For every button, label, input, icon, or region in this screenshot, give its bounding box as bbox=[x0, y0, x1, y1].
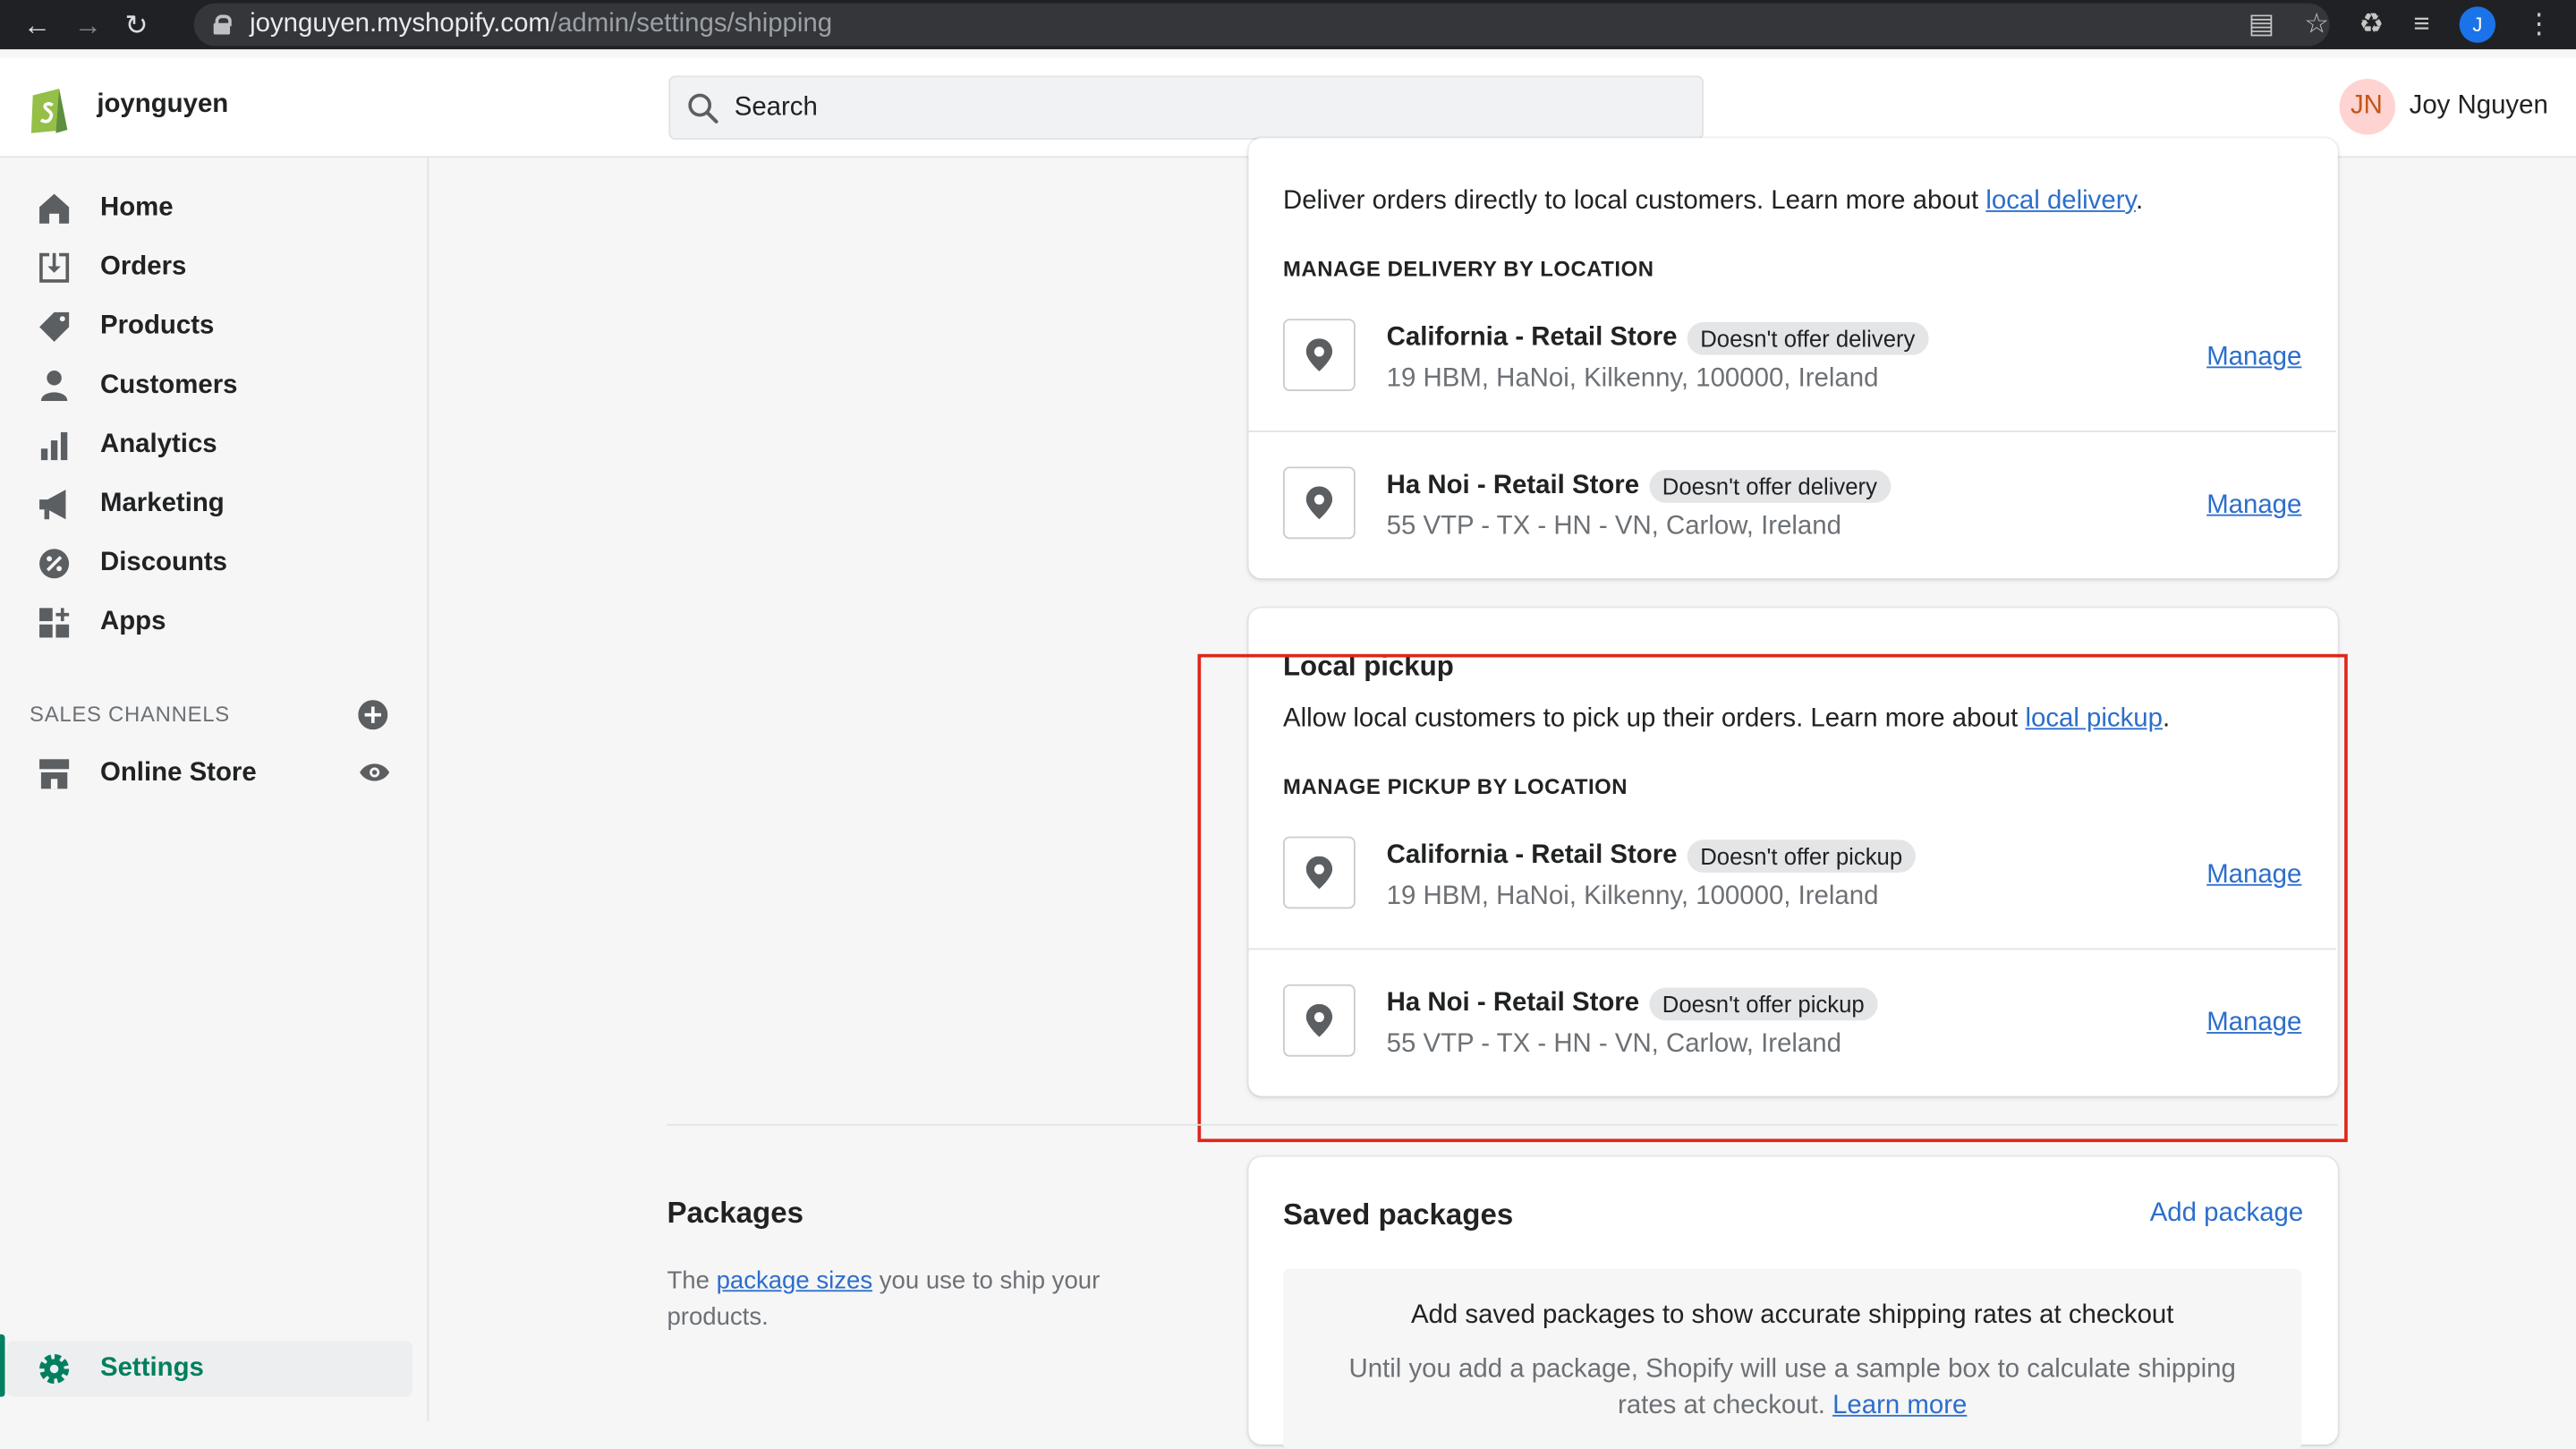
sidebar-item-home[interactable]: Home bbox=[36, 184, 174, 234]
sales-channels-heading: SALES CHANNELS bbox=[30, 702, 230, 727]
sidebar-item-label: Discounts bbox=[100, 549, 228, 577]
empty-state-title: Add saved packages to show accurate ship… bbox=[1410, 1301, 2174, 1330]
sidebar-item-label: Online Store bbox=[100, 759, 257, 788]
local-delivery-card: Deliver orders directly to local custome… bbox=[1248, 138, 2338, 580]
sidebar-item-marketing[interactable]: Marketing bbox=[36, 480, 225, 529]
apps-icon bbox=[36, 605, 72, 641]
active-indicator bbox=[0, 1334, 5, 1397]
saved-packages-title: Saved packages bbox=[1282, 1198, 1514, 1232]
section-divider bbox=[667, 1123, 2338, 1126]
packages-description: The package sizes you use to ship your p… bbox=[667, 1266, 1101, 1332]
store-icon bbox=[36, 756, 72, 792]
shopify-logo-icon[interactable] bbox=[26, 82, 72, 135]
kebab-menu-icon[interactable]: ⋮ bbox=[2525, 6, 2553, 42]
translate-icon[interactable]: ▤ bbox=[2249, 6, 2274, 42]
location-address: 19 HBM, HaNoi, Kilkenny, 100000, Ireland bbox=[1386, 364, 1879, 393]
lock-icon bbox=[213, 14, 232, 35]
sidebar-item-settings[interactable]: Settings bbox=[36, 1344, 204, 1394]
sidebar-item-apps[interactable]: Apps bbox=[36, 598, 166, 647]
back-icon[interactable]: ← bbox=[23, 11, 51, 38]
saved-packages-card: Saved packages Add package Add saved pac… bbox=[1248, 1156, 2338, 1449]
highlight-box bbox=[1197, 653, 2348, 1143]
avatar: JN bbox=[2338, 79, 2395, 135]
megaphone-icon bbox=[36, 486, 72, 522]
add-package-button[interactable]: Add package bbox=[2150, 1199, 2304, 1229]
empty-state-body: Until you add a package, Shopify will us… bbox=[1348, 1355, 2236, 1420]
list-item: Ha Noi - Retail Store Doesn't offer deliv… bbox=[1248, 430, 2336, 580]
sidebar-item-orders[interactable]: Orders bbox=[36, 243, 186, 293]
status-badge: Doesn't offer delivery bbox=[1649, 470, 1891, 503]
location-address: 55 VTP - TX - HN - VN, Carlow, Ireland bbox=[1386, 512, 1841, 541]
sidebar-item-discounts[interactable]: Discounts bbox=[36, 539, 227, 588]
tag-icon bbox=[36, 309, 72, 345]
location-pin-icon bbox=[1282, 466, 1356, 540]
reload-icon[interactable]: ↻ bbox=[125, 11, 149, 38]
delivery-section-label: MANAGE DELIVERY BY LOCATION bbox=[1282, 256, 1654, 281]
local-delivery-description: Deliver orders directly to local custome… bbox=[1282, 187, 2144, 216]
package-sizes-link[interactable]: package sizes bbox=[717, 1267, 873, 1295]
sidebar-item-label: Orders bbox=[100, 252, 187, 281]
store-name[interactable]: joynguyen bbox=[97, 90, 228, 120]
manage-link[interactable]: Manage bbox=[2206, 344, 2301, 373]
user-menu[interactable]: JN Joy Nguyen bbox=[2338, 79, 2548, 135]
extensions-icon[interactable]: ♻ bbox=[2359, 6, 2384, 42]
local-delivery-link[interactable]: local delivery bbox=[1985, 187, 2136, 215]
location-name: Ha Noi - Retail Store Doesn't offer deliv… bbox=[1387, 470, 1891, 503]
sidebar-item-label: Analytics bbox=[100, 430, 217, 459]
star-icon[interactable]: ☆ bbox=[2304, 6, 2329, 42]
manage-link[interactable]: Manage bbox=[2206, 491, 2301, 521]
url-host: joynguyen.myshopify.com bbox=[250, 10, 550, 38]
forward-icon[interactable]: → bbox=[74, 11, 102, 38]
user-name: Joy Nguyen bbox=[2409, 91, 2548, 121]
discount-icon bbox=[36, 546, 72, 582]
packages-heading: Packages bbox=[667, 1196, 803, 1230]
browser-toolbar: ← → ↻ joynguyen.myshopify.com/admin/sett… bbox=[0, 0, 2576, 50]
orders-icon bbox=[36, 250, 72, 286]
sidebar-item-customers[interactable]: Customers bbox=[36, 362, 237, 411]
eye-icon[interactable] bbox=[358, 761, 391, 784]
sidebar-item-label: Apps bbox=[100, 608, 166, 636]
learn-more-link[interactable]: Learn more bbox=[1832, 1392, 1967, 1419]
url-path: /admin/settings/shipping bbox=[549, 10, 833, 38]
status-badge: Doesn't offer delivery bbox=[1687, 321, 1929, 355]
sidebar-item-online-store[interactable]: Online Store bbox=[36, 749, 257, 798]
add-sales-channel-icon[interactable] bbox=[358, 700, 388, 730]
sidebar-item-analytics[interactable]: Analytics bbox=[36, 421, 217, 470]
empty-state: Add saved packages to show accurate ship… bbox=[1282, 1268, 2302, 1449]
sidebar-item-label: Customers bbox=[100, 371, 238, 400]
list-item: California - Retail Store Doesn't offer d… bbox=[1248, 285, 2335, 432]
bar-chart-icon bbox=[36, 427, 72, 463]
media-icon[interactable]: ≡ bbox=[2413, 6, 2429, 42]
sidebar-item-products[interactable]: Products bbox=[36, 303, 214, 352]
person-icon bbox=[36, 368, 72, 404]
browser-profile-avatar[interactable]: J bbox=[2459, 6, 2496, 43]
location-pin-icon bbox=[1282, 319, 1356, 391]
home-icon bbox=[36, 191, 72, 226]
search-input[interactable]: Search bbox=[668, 75, 1705, 141]
location-name: California - Retail Store Doesn't offer d… bbox=[1387, 321, 1929, 355]
search-icon bbox=[688, 93, 718, 124]
sidebar-item-label: Settings bbox=[100, 1353, 204, 1383]
sidebar-item-label: Home bbox=[100, 193, 174, 222]
sidebar-item-label: Marketing bbox=[100, 490, 225, 518]
address-bar[interactable]: joynguyen.myshopify.com/admin/settings/s… bbox=[193, 3, 2330, 47]
gear-icon bbox=[36, 1351, 72, 1386]
search-placeholder: Search bbox=[734, 93, 818, 122]
sidebar-item-label: Products bbox=[100, 311, 215, 341]
sidebar: Home Orders Products Customers Analytics… bbox=[0, 158, 429, 1422]
